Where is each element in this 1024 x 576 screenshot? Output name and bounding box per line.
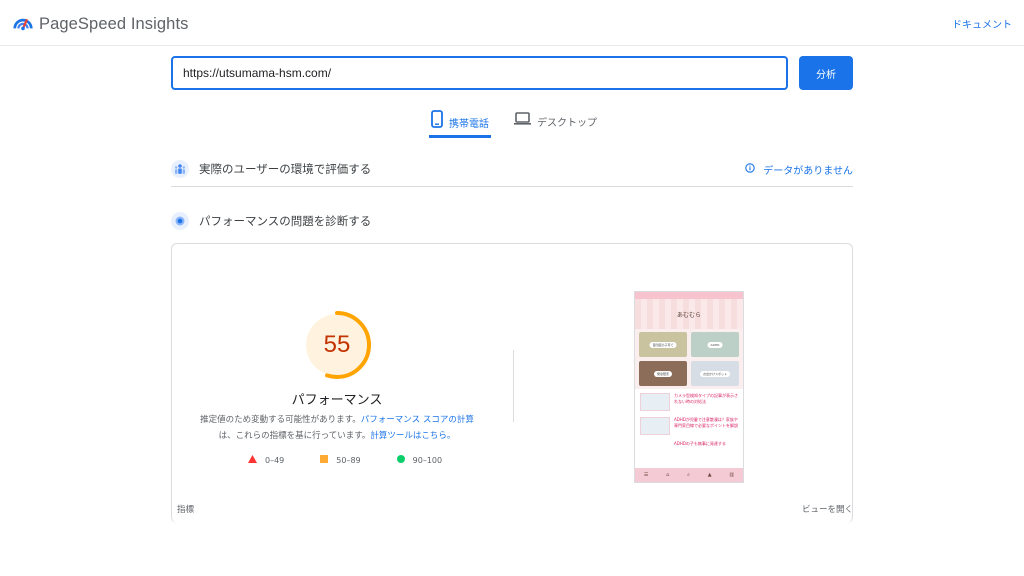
legend-average: 50–89 — [320, 455, 361, 465]
tab-desktop[interactable]: デスクトップ — [514, 110, 597, 138]
screenshot-bottom-nav: ☰ ⌂ ⌕ ▲ ▥ — [635, 468, 743, 482]
post-thumbnail — [640, 393, 670, 411]
square-icon — [320, 455, 329, 465]
score-legend: 0–49 50–89 90–100 — [248, 455, 442, 465]
tab-mobile-label: 携帯電話 — [449, 119, 489, 130]
psi-logo-icon — [12, 11, 34, 37]
info-icon — [745, 162, 763, 176]
tile-label: 自閉症の子育て — [649, 341, 677, 348]
users-icon — [171, 160, 189, 178]
screenshot-category-grid: 自閉症の子育て ADHD 発達障害 お出かけスポット — [635, 329, 743, 389]
tile-label: 発達障害 — [653, 370, 673, 377]
screenshot-tile: 発達障害 — [639, 361, 687, 386]
expand-view-toggle[interactable]: ビューを開く — [802, 503, 853, 515]
performance-label: パフォーマンス — [291, 393, 383, 408]
screenshot-tile: ADHD — [691, 332, 739, 357]
analyze-button[interactable]: 分析 — [799, 56, 853, 90]
tab-mobile[interactable]: 携帯電話 — [429, 110, 491, 138]
no-data-text: データがありません — [763, 165, 853, 177]
metrics-heading: 指標 — [177, 505, 195, 515]
sidebar-icon: ▥ — [729, 472, 735, 478]
post-title: カメラ型検知タイプの記事が表示されない時の対処法 — [674, 393, 738, 404]
list-item: カメラ型検知タイプの記事が表示されない時の対処法 — [640, 393, 738, 411]
post-teaser: ADHDの子も無事に発達する — [674, 441, 726, 446]
app-title: PageSpeed Insights — [39, 14, 189, 33]
laptop-icon — [514, 112, 537, 128]
lab-flask-icon — [171, 211, 189, 230]
top-header: PageSpeed Insights ドキュメント — [0, 0, 1024, 46]
legend-pass-range: 90–100 — [412, 455, 443, 465]
no-data-notice: データがありません — [745, 162, 853, 177]
card-divider — [513, 350, 514, 422]
legend-fail-range: 0–49 — [265, 455, 285, 465]
circle-icon — [396, 455, 405, 465]
url-input[interactable] — [171, 56, 788, 90]
screenshot-post-list: カメラ型検知タイプの記事が表示されない時の対処法 ADHDが児童で注意散漫は？家… — [635, 389, 743, 451]
tile-label: ADHD — [707, 341, 723, 348]
legend-average-range: 50–89 — [336, 455, 361, 465]
screenshot-topbar — [635, 292, 743, 299]
score-calc-link[interactable]: パフォーマンス スコアの計算 — [361, 415, 474, 425]
legend-pass: 90–100 — [396, 455, 443, 465]
home-icon: ⌂ — [666, 472, 670, 478]
final-screenshot[interactable]: あむむら 自閉症の子育て ADHD 発達障害 お出かけスポット カメラ型検知タイ… — [634, 291, 744, 483]
docs-link[interactable]: ドキュメント — [952, 16, 1012, 31]
post-title: ADHDが児童で注意散漫は？家族や専門家目線で必要なポイントを解説 — [674, 417, 738, 428]
search-icon: ⌕ — [687, 472, 690, 478]
screenshot-tile: お出かけスポット — [691, 361, 739, 386]
field-data-title: 実際のユーザーの環境で評価する — [199, 162, 372, 176]
score-description: 推定値のため変動する可能性があります。パフォーマンス スコアの計算 は、これらの… — [192, 412, 482, 444]
tile-label: お出かけスポット — [699, 370, 731, 377]
psi-logo[interactable]: PageSpeed Insights — [12, 11, 189, 37]
lab-data-title: パフォーマンスの問題を診断する — [199, 213, 372, 228]
list-item: ADHDが児童で注意散漫は？家族や専門家目線で必要なポイントを解説 — [640, 417, 738, 435]
screenshot-hero: あむむら — [635, 299, 743, 329]
triangle-icon — [248, 455, 257, 465]
post-thumbnail — [640, 417, 670, 435]
calculator-link[interactable]: 計算ツールはこちら。 — [370, 431, 455, 441]
tab-desktop-label: デスクトップ — [537, 118, 597, 129]
lab-data-section: パフォーマンスの問題を診断する — [171, 208, 853, 233]
desc-text-1: 推定値のため変動する可能性があります。 — [200, 415, 361, 425]
field-data-section: 実際のユーザーの環境で評価する データがありません — [171, 152, 853, 187]
screenshot-tile: 自閉症の子育て — [639, 332, 687, 357]
arrow-up-icon: ▲ — [707, 472, 712, 478]
smartphone-icon — [431, 110, 449, 131]
performance-card: 55 パフォーマンス 推定値のため変動する可能性があります。パフォーマンス スコ… — [171, 243, 853, 523]
desc-text-2: は、これらの指標を基に行っています。 — [218, 431, 371, 441]
menu-icon: ☰ — [643, 472, 649, 478]
screenshot-brand: あむむら — [676, 312, 701, 319]
performance-score: 55 — [323, 331, 351, 358]
performance-gauge[interactable]: 55 — [302, 310, 372, 380]
legend-fail: 0–49 — [248, 455, 284, 465]
